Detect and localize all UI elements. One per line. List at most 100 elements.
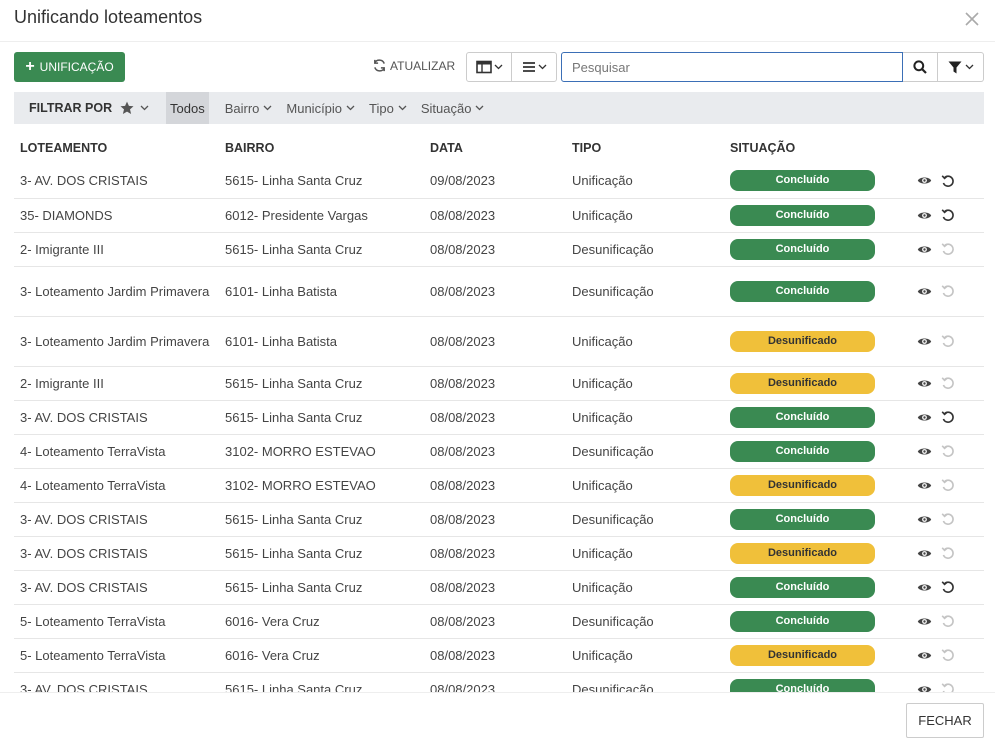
search-input[interactable]: [561, 52, 903, 82]
footer-divider: [0, 692, 995, 693]
table-row[interactable]: 3- AV. DOS CRISTAIS 5615- Linha Santa Cru…: [14, 569, 984, 604]
table-row[interactable]: 3- AV. DOS CRISTAIS 5615- Linha Santa Cru…: [14, 671, 984, 692]
cell-data: 09/08/2023: [430, 173, 496, 189]
table-row[interactable]: 5- Loteamento TerraVista 6016- Vera Cruz 0…: [14, 603, 984, 638]
cell-bairro: 6101- Linha Batista: [219, 265, 424, 316]
cell-bairro: 5615- Linha Santa Cruz: [219, 535, 424, 570]
table-row[interactable]: 35- DIAMONDS 6012- Presidente Vargas 08/08…: [14, 197, 984, 232]
undo-icon: [939, 612, 957, 630]
status-badge: Desunificado: [730, 644, 875, 666]
unifications-table[interactable]: LOTEAMENTO BAIRRO DATA TIPO SITUAÇÃO 3- …: [14, 132, 984, 692]
cell-loteamento: 3- AV. DOS CRISTAIS: [14, 399, 219, 434]
filter-chip-situacao[interactable]: Situação: [414, 92, 492, 124]
filter-chip-tipo[interactable]: Tipo: [362, 92, 414, 124]
cell-loteamento: 5- Loteamento TerraVista: [14, 637, 219, 672]
cell-bairro: 5615- Linha Santa Cruz: [219, 365, 424, 400]
columns-icon: [475, 60, 492, 74]
filter-bar: FILTRAR POR Todos Bairro Município Tipo …: [14, 92, 984, 124]
cell-situacao: Concluído: [724, 265, 899, 316]
star-icon: [120, 101, 134, 114]
view-icon[interactable]: [915, 408, 933, 426]
status-badge: Concluído: [730, 280, 875, 302]
view-icon[interactable]: [915, 374, 933, 392]
cell-tipo: Unificação: [566, 365, 724, 400]
columns-toggle[interactable]: [467, 53, 511, 81]
column-header-data[interactable]: DATA: [424, 132, 566, 164]
cell-bairro: 6012- Presidente Vargas: [219, 197, 424, 232]
column-header-situacao[interactable]: SITUAÇÃO: [724, 132, 899, 164]
density-toggle[interactable]: [511, 53, 556, 81]
view-icon[interactable]: [915, 240, 933, 258]
table-row[interactable]: 4- Loteamento TerraVista 3102- MORRO ESTE…: [14, 467, 984, 502]
refresh-button[interactable]: ATUALIZAR: [372, 58, 455, 73]
cell-tipo: Desunificação: [566, 671, 724, 692]
add-unification-button[interactable]: + UNIFICAÇÃO: [14, 52, 125, 82]
refresh-label: ATUALIZAR: [390, 58, 456, 73]
undo-icon: [939, 680, 957, 692]
view-icon[interactable]: [915, 680, 933, 692]
column-header-tipo[interactable]: TIPO: [566, 132, 724, 164]
cell-tipo: Unificação: [566, 399, 724, 434]
table-row[interactable]: 4- Loteamento TerraVista 3102- MORRO ESTE…: [14, 433, 984, 468]
table-row[interactable]: 2- Imigrante III 5615- Linha Santa Cruz 08…: [14, 231, 984, 266]
table-row[interactable]: 3- Loteamento Jardim Primavera 6101- Linh…: [14, 265, 984, 316]
cell-situacao: Desunificado: [724, 315, 899, 366]
undo-icon: [939, 476, 957, 494]
undo-icon[interactable]: [939, 172, 957, 190]
cell-bairro: 3102- MORRO ESTEVAO: [219, 433, 424, 468]
undo-icon[interactable]: [939, 578, 957, 596]
status-badge: Desunificado: [730, 330, 875, 352]
cell-loteamento: 4- Loteamento TerraVista: [14, 467, 219, 502]
column-header-bairro[interactable]: BAIRRO: [219, 132, 424, 164]
filter-chip-label: Município: [286, 100, 343, 116]
cell-bairro: 6016- Vera Cruz: [219, 637, 424, 672]
view-icon[interactable]: [915, 172, 933, 190]
table-row[interactable]: 3- AV. DOS CRISTAIS 5615- Linha Santa Cru…: [14, 501, 984, 536]
chevron-down-icon: [475, 105, 484, 111]
undo-icon: [939, 374, 957, 392]
view-icon[interactable]: [915, 442, 933, 460]
filter-chip-municipio[interactable]: Município: [279, 92, 362, 124]
filter-chip-label: Situação: [420, 100, 472, 116]
filter-chip-todos[interactable]: Todos: [166, 92, 209, 124]
view-icon[interactable]: [915, 612, 933, 630]
view-icon[interactable]: [915, 510, 933, 528]
cell-data: 08/08/2023: [424, 433, 566, 468]
table: LOTEAMENTO BAIRRO DATA TIPO SITUAÇÃO 3- …: [14, 132, 984, 692]
view-icon[interactable]: [915, 646, 933, 664]
cell-situacao: Desunificado: [724, 637, 899, 672]
status-badge: Concluído: [730, 440, 875, 462]
filter-chip-bairro[interactable]: Bairro: [218, 92, 280, 124]
view-icon[interactable]: [915, 578, 933, 596]
table-row[interactable]: 3- Loteamento Jardim Primavera 6101- Linh…: [14, 315, 984, 366]
table-body: 3- AV. DOS CRISTAIS 5615- Linha Santa Cru…: [14, 164, 984, 692]
undo-icon[interactable]: [939, 408, 957, 426]
filter-chip-label: Todos: [170, 100, 205, 116]
view-icon[interactable]: [915, 544, 933, 562]
table-row[interactable]: 3- AV. DOS CRISTAIS 5615- Linha Santa Cru…: [14, 399, 984, 434]
search-button[interactable]: [903, 52, 938, 82]
favorite-filters-dropdown[interactable]: [120, 101, 166, 115]
close-button[interactable]: FECHAR: [906, 703, 984, 738]
cell-actions: [899, 315, 984, 366]
table-row[interactable]: 3- AV. DOS CRISTAIS 5615- Linha Santa Cru…: [14, 164, 984, 198]
table-row[interactable]: 2- Imigrante III 5615- Linha Santa Cruz 08…: [14, 365, 984, 400]
advanced-filter-button[interactable]: [938, 52, 984, 82]
cell-loteamento: 5- Loteamento TerraVista: [14, 603, 219, 638]
view-icon[interactable]: [915, 206, 933, 224]
chevron-down-icon: [263, 105, 272, 111]
cell-loteamento: 3- AV. DOS CRISTAIS: [14, 535, 219, 570]
undo-icon[interactable]: [939, 206, 957, 224]
status-badge: Concluído: [730, 406, 875, 428]
cell-situacao: Concluído: [724, 399, 899, 434]
table-row[interactable]: 5- Loteamento TerraVista 6016- Vera Cruz 0…: [14, 637, 984, 672]
cell-loteamento: 35- DIAMONDS: [14, 197, 219, 232]
view-icon[interactable]: [915, 476, 933, 494]
column-header-loteamento[interactable]: LOTEAMENTO: [14, 132, 219, 164]
cell-actions: [899, 501, 984, 536]
close-icon[interactable]: [961, 8, 983, 30]
cell-actions: [899, 164, 984, 198]
view-icon[interactable]: [915, 282, 933, 300]
view-icon[interactable]: [915, 332, 933, 350]
table-row[interactable]: 3- AV. DOS CRISTAIS 5615- Linha Santa Cru…: [14, 535, 984, 570]
